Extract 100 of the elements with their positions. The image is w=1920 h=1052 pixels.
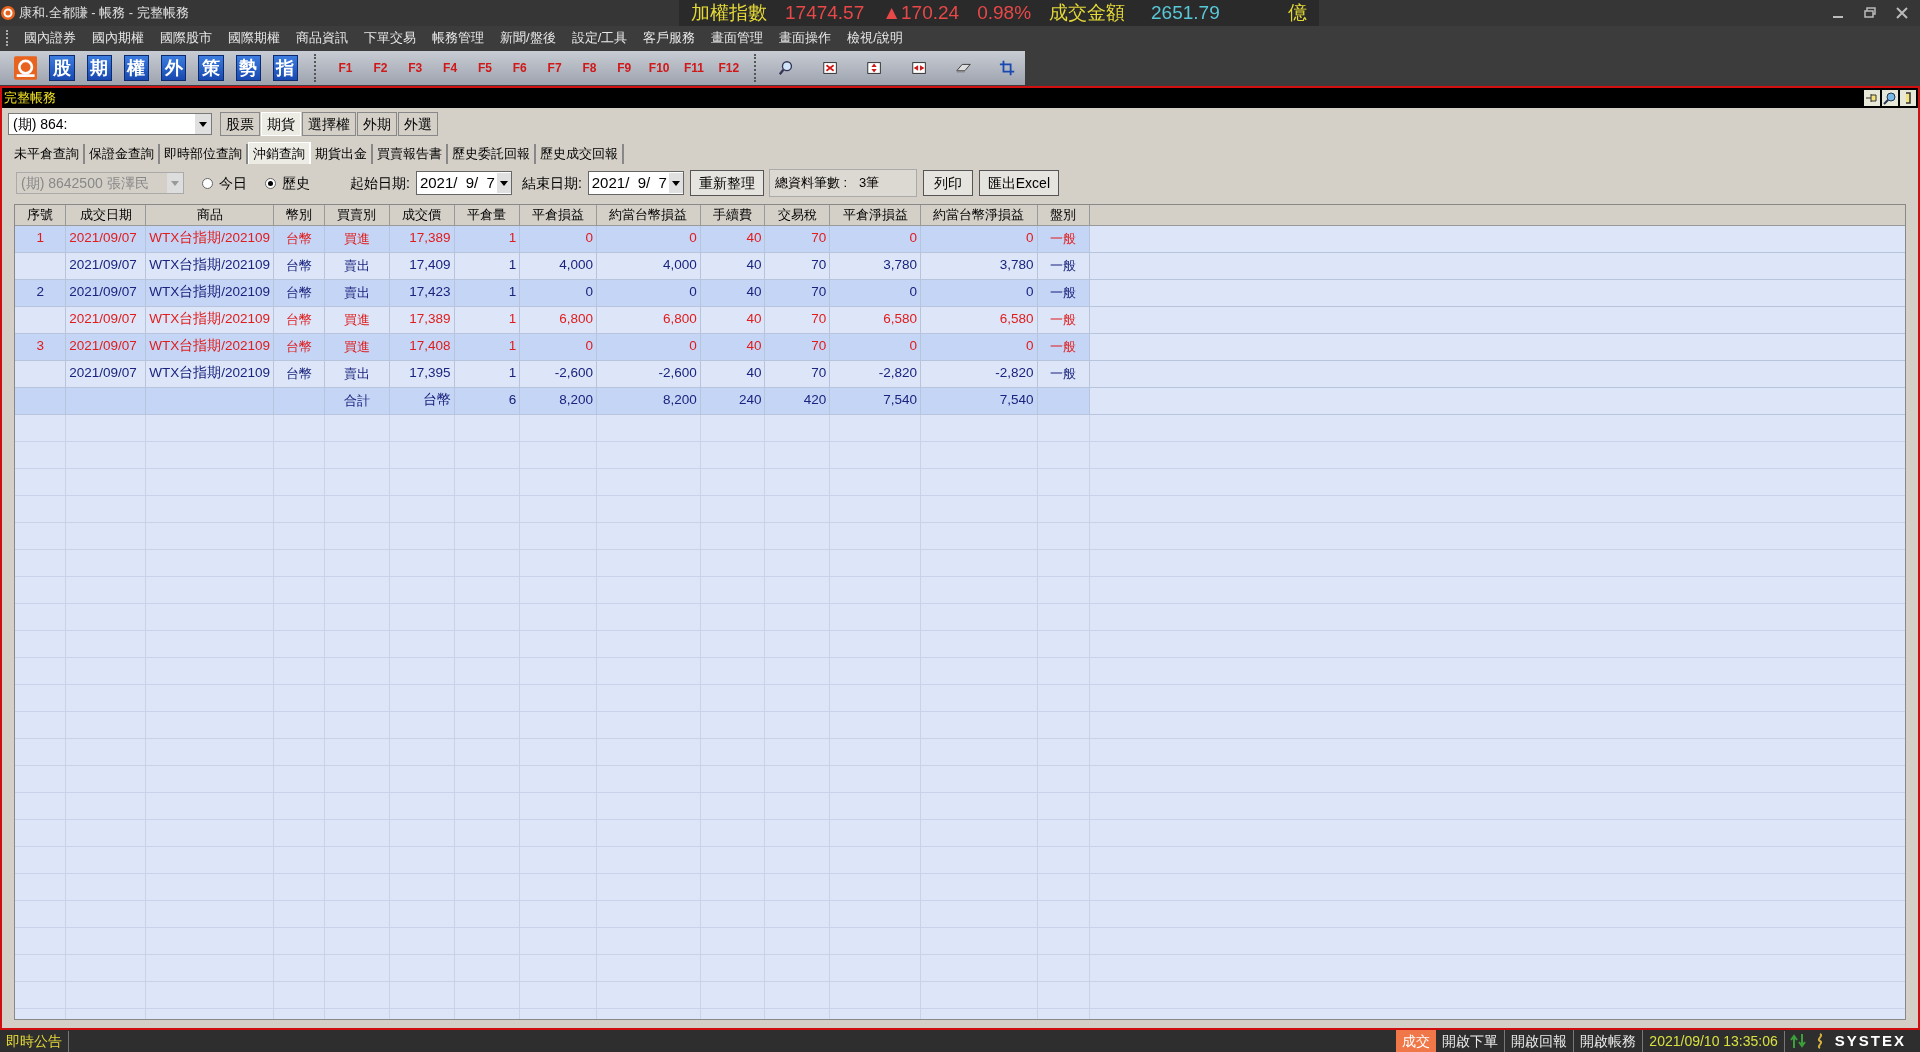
column-header[interactable]: 成交價 bbox=[389, 205, 455, 225]
query-tab[interactable]: 買賣報告書 bbox=[373, 144, 448, 164]
column-header[interactable]: 手續費 bbox=[700, 205, 765, 225]
toolbar-button[interactable]: 重新整理 bbox=[689, 170, 764, 196]
date-picker[interactable]: 2021/ 9/ 7 bbox=[415, 171, 512, 195]
restore-icon[interactable] bbox=[1864, 7, 1876, 19]
column-header[interactable]: 幣別 bbox=[273, 205, 325, 225]
company-logo-icon[interactable] bbox=[14, 55, 38, 81]
menu-item[interactable]: 國內證券 bbox=[16, 28, 84, 48]
menu-item[interactable]: 國際期權 bbox=[220, 28, 288, 48]
column-header[interactable]: 平倉淨損益 bbox=[829, 205, 921, 225]
toolbar-button[interactable]: 匯出Excel bbox=[978, 170, 1059, 196]
expand-vertical-icon[interactable] bbox=[866, 59, 883, 77]
crop-icon[interactable] bbox=[998, 59, 1015, 77]
menu-item[interactable]: 國際股市 bbox=[152, 28, 220, 48]
app-logo-icon bbox=[1, 6, 15, 20]
table-cell: 2021/09/07 bbox=[65, 360, 146, 387]
bracket-icon[interactable] bbox=[1900, 90, 1916, 106]
table-cell: 6 bbox=[454, 387, 520, 414]
menu-item[interactable]: 檢視/說明 bbox=[839, 28, 911, 48]
menu-item[interactable]: 客戶服務 bbox=[635, 28, 704, 48]
market-tab[interactable]: 期貨 bbox=[261, 112, 301, 136]
status-button[interactable]: 開啟帳務 bbox=[1574, 1030, 1644, 1052]
market-tab[interactable]: 外選 bbox=[398, 112, 438, 136]
table-cell: 0 bbox=[920, 225, 1038, 252]
menu-item[interactable]: 帳務管理 bbox=[424, 28, 492, 48]
toolbar-button[interactable]: 列印 bbox=[922, 170, 973, 196]
column-header[interactable]: 商品 bbox=[145, 205, 274, 225]
column-header[interactable]: 買賣別 bbox=[324, 205, 390, 225]
table-cell: 8,200 bbox=[519, 387, 597, 414]
column-header[interactable]: 平倉量 bbox=[454, 205, 520, 225]
panel-title: 完整帳務 bbox=[4, 89, 56, 108]
market-tab[interactable]: 外期 bbox=[357, 112, 397, 136]
query-tab[interactable]: 保證金查詢 bbox=[85, 144, 160, 164]
market-tab[interactable]: 股票 bbox=[220, 112, 260, 136]
table-cell: 1 bbox=[454, 279, 520, 306]
menu-item[interactable]: 畫面管理 bbox=[703, 28, 772, 48]
index-value: 17474.57 bbox=[785, 0, 865, 25]
menu-item[interactable]: 下單交易 bbox=[356, 28, 424, 48]
radio-option[interactable]: 歷史 bbox=[265, 172, 310, 194]
count-value: 3筆 bbox=[859, 174, 880, 193]
table-cell: 3 bbox=[15, 333, 66, 360]
query-tab[interactable]: 歷史成交回報 bbox=[536, 144, 624, 164]
table-cell: 40 bbox=[700, 225, 765, 252]
table-cell: 0 bbox=[920, 279, 1038, 306]
table-cell: 0 bbox=[596, 279, 701, 306]
table-cell: 7,540 bbox=[829, 387, 921, 414]
column-header[interactable]: 盤別 bbox=[1037, 205, 1090, 225]
status-button[interactable]: 開啟回報 bbox=[1505, 1030, 1575, 1052]
table-cell: WTX台指期/202109 bbox=[145, 279, 274, 306]
table-cell: WTX台指期/202109 bbox=[145, 225, 274, 252]
table-cell: 40 bbox=[700, 252, 765, 279]
close-icon[interactable] bbox=[1896, 7, 1908, 19]
table-cell: -2,600 bbox=[596, 360, 701, 387]
query-tab[interactable]: 期貨出金 bbox=[311, 144, 373, 164]
query-tab[interactable]: 歷史委託回報 bbox=[448, 144, 536, 164]
toolbar-button[interactable]: 股 bbox=[49, 55, 75, 81]
query-tab[interactable]: 沖銷查詢 bbox=[248, 142, 311, 164]
table-cell: 8,200 bbox=[596, 387, 701, 414]
status-datetime: 2021/09/10 13:35:06 bbox=[1643, 1030, 1785, 1052]
table-cell: 40 bbox=[700, 306, 765, 333]
notice-label: 即時公告 bbox=[6, 1030, 69, 1052]
menu-item[interactable]: 新聞/盤後 bbox=[492, 28, 564, 48]
toolbar-button[interactable]: 策 bbox=[198, 55, 224, 81]
search-icon[interactable] bbox=[1882, 90, 1898, 106]
expand-horizontal-icon[interactable] bbox=[910, 59, 927, 77]
status-button[interactable]: 開啟下單 bbox=[1436, 1030, 1506, 1052]
column-header[interactable]: 序號 bbox=[15, 205, 66, 225]
menu-item[interactable]: 國內期權 bbox=[84, 28, 152, 48]
ticker-label: 加權指數 bbox=[691, 0, 767, 25]
column-header[interactable]: 交易稅 bbox=[764, 205, 830, 225]
toolbar-button[interactable]: 指 bbox=[272, 55, 299, 81]
table-cell: 240 bbox=[700, 387, 765, 414]
table-cell: 40 bbox=[700, 279, 765, 306]
account-dropdown[interactable]: (期) 864: bbox=[8, 113, 212, 135]
table-cell: WTX台指期/202109 bbox=[145, 306, 274, 333]
menu-item[interactable]: 畫面操作 bbox=[771, 28, 840, 48]
column-header[interactable]: 約當台幣淨損益 bbox=[920, 205, 1038, 225]
column-header[interactable]: 平倉損益 bbox=[519, 205, 597, 225]
table-cell: 0 bbox=[829, 279, 921, 306]
toolbar-button[interactable]: 外 bbox=[161, 55, 187, 81]
menu-item[interactable]: 商品資訊 bbox=[288, 28, 356, 48]
column-header[interactable]: 約當台幣損益 bbox=[596, 205, 701, 225]
toolbar-button[interactable]: 期 bbox=[86, 55, 112, 81]
pin-icon[interactable] bbox=[1864, 90, 1880, 106]
table-cell: 4,000 bbox=[596, 252, 701, 279]
radio-option[interactable]: 今日 bbox=[202, 172, 247, 194]
column-header[interactable]: 成交日期 bbox=[65, 205, 146, 225]
toolbar-button[interactable]: 權 bbox=[123, 55, 150, 81]
query-tab[interactable]: 未平倉查詢 bbox=[10, 144, 85, 164]
close-box-icon[interactable] bbox=[822, 59, 839, 77]
market-tab[interactable]: 選擇權 bbox=[302, 112, 356, 136]
toolbar-button[interactable]: 勢 bbox=[235, 55, 261, 81]
search-icon[interactable] bbox=[778, 59, 795, 77]
menu-item[interactable]: 設定/工具 bbox=[563, 28, 636, 48]
table-cell: 6,800 bbox=[596, 306, 701, 333]
table-cell: 2021/09/07 bbox=[65, 279, 146, 306]
date-picker[interactable]: 2021/ 9/ 7 bbox=[587, 171, 684, 195]
window-title: 康和.全都賺 - 帳務 - 完整帳務 bbox=[19, 4, 190, 23]
table-cell: -2,820 bbox=[829, 360, 921, 387]
